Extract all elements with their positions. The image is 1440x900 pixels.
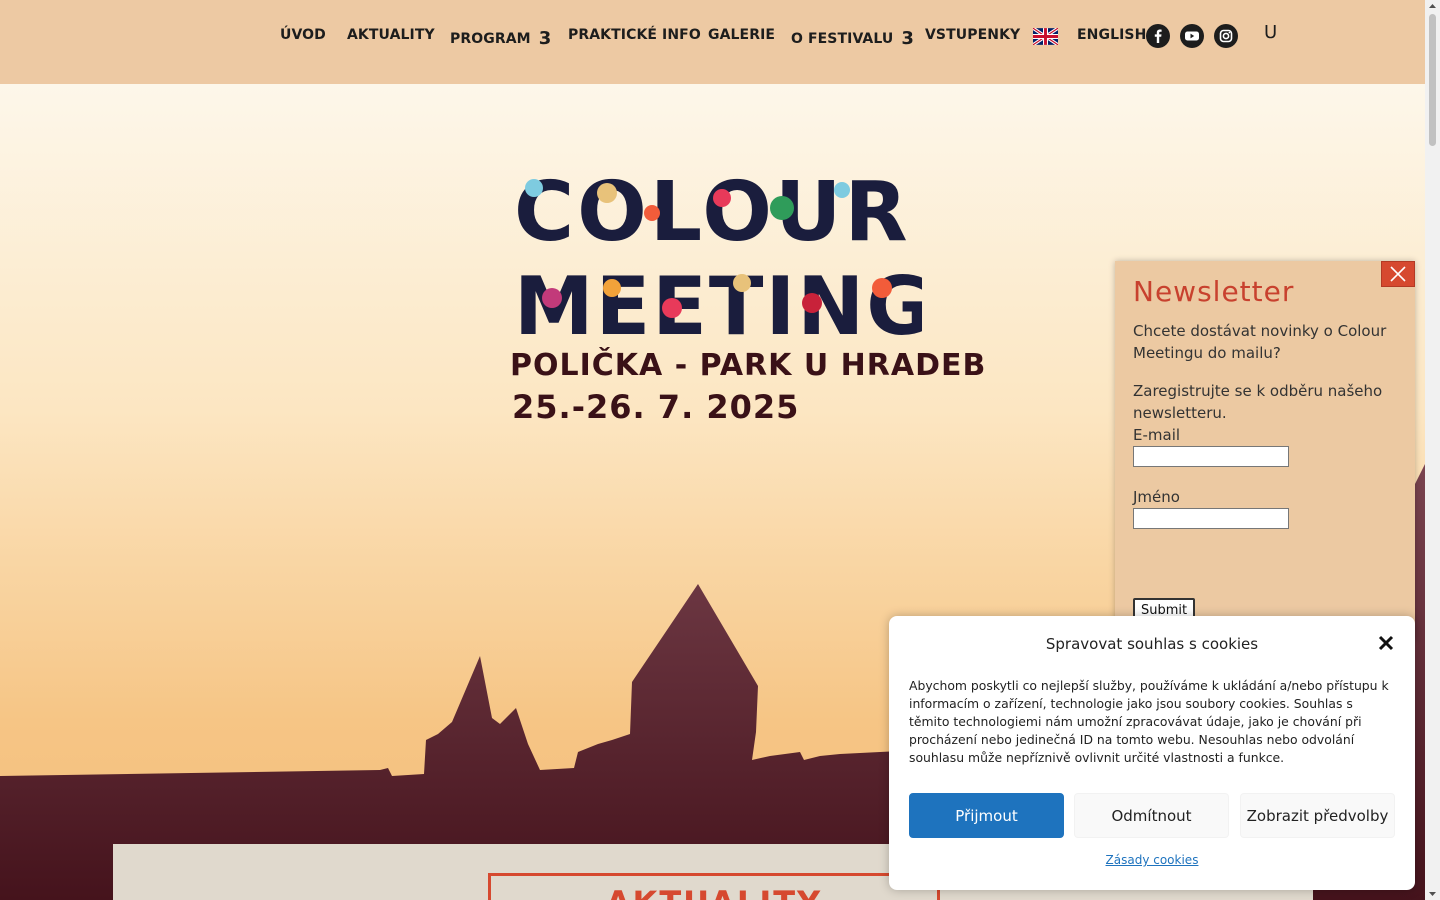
nav-item-prakticke-info[interactable]: PRAKTICKÉ INFO (568, 27, 701, 43)
email-field[interactable] (1133, 446, 1289, 467)
nav-item-o-festivalu[interactable]: O FESTIVALU 3 (791, 27, 914, 49)
cookie-title: Spravovat souhlas s cookies (1045, 635, 1259, 653)
cookie-consent-dialog: Spravovat souhlas s cookies Abychom posk… (889, 616, 1415, 890)
accept-button[interactable]: Přijmout (909, 793, 1064, 838)
scroll-down-icon[interactable] (1428, 889, 1437, 898)
page: COLOUR MEETING POLIČKA - PARK U HRADEB 2… (0, 0, 1425, 900)
newsletter-intro: Chcete dostávat novinky o Colour Meeting… (1133, 322, 1387, 362)
festival-dates: 25.-26. 7. 2025 (512, 388, 800, 426)
name-field[interactable] (1133, 508, 1289, 529)
nav-item-vstupenky[interactable]: VSTUPENKY (925, 27, 1020, 43)
instagram-icon[interactable] (1214, 24, 1238, 48)
nav-item-english[interactable]: ENGLISH (1077, 27, 1146, 43)
scrollbar-thumb[interactable] (1429, 14, 1436, 146)
name-label: Jméno (1133, 488, 1180, 506)
deny-button[interactable]: Odmítnout (1074, 793, 1229, 838)
logo-line-2: MEETING (514, 260, 922, 353)
main-nav: ÚVOD AKTUALITY PROGRAM 3 PRAKTICKÉ INFO G… (0, 0, 1425, 72)
uk-flag-icon[interactable] (1033, 28, 1058, 45)
nav-item-program[interactable]: PROGRAM 3 (450, 27, 552, 49)
search-icon[interactable]: U (1264, 22, 1277, 43)
cookie-policy-link[interactable]: Zásady cookies (889, 853, 1415, 867)
scrollbar[interactable] (1425, 0, 1440, 900)
scroll-up-icon[interactable] (1428, 2, 1437, 11)
cookie-body: Abychom poskytli co nejlepší služby, pou… (909, 678, 1389, 765)
section-heading: AKTUALITY (491, 884, 937, 900)
facebook-icon[interactable] (1146, 24, 1170, 48)
newsletter-subtext: Zaregistrujte se k odběru našeho newslet… (1133, 382, 1383, 422)
newsletter-popup: Newsletter Chcete dostávat novinky o Col… (1115, 261, 1415, 640)
email-label: E-mail (1133, 426, 1181, 444)
youtube-icon[interactable] (1180, 24, 1204, 48)
logo-line-1: COLOUR (514, 168, 911, 260)
section-heading-frame: AKTUALITY (488, 873, 940, 900)
site-header: ÚVOD AKTUALITY PROGRAM 3 PRAKTICKÉ INFO G… (0, 0, 1425, 84)
chevron-down-icon: 3 (901, 28, 914, 49)
festival-location: POLIČKA - PARK U HRADEB (510, 348, 987, 383)
nav-item-uvod[interactable]: ÚVOD (280, 27, 326, 43)
close-icon (1390, 266, 1406, 282)
newsletter-close-button[interactable] (1381, 261, 1415, 287)
newsletter-title: Newsletter (1133, 275, 1295, 308)
nav-item-galerie[interactable]: GALERIE (708, 27, 775, 43)
chevron-down-icon: 3 (538, 28, 552, 49)
nav-item-aktuality[interactable]: AKTUALITY (347, 27, 435, 43)
preferences-button[interactable]: Zobrazit předvolby (1240, 793, 1395, 838)
close-icon[interactable] (1377, 634, 1395, 652)
